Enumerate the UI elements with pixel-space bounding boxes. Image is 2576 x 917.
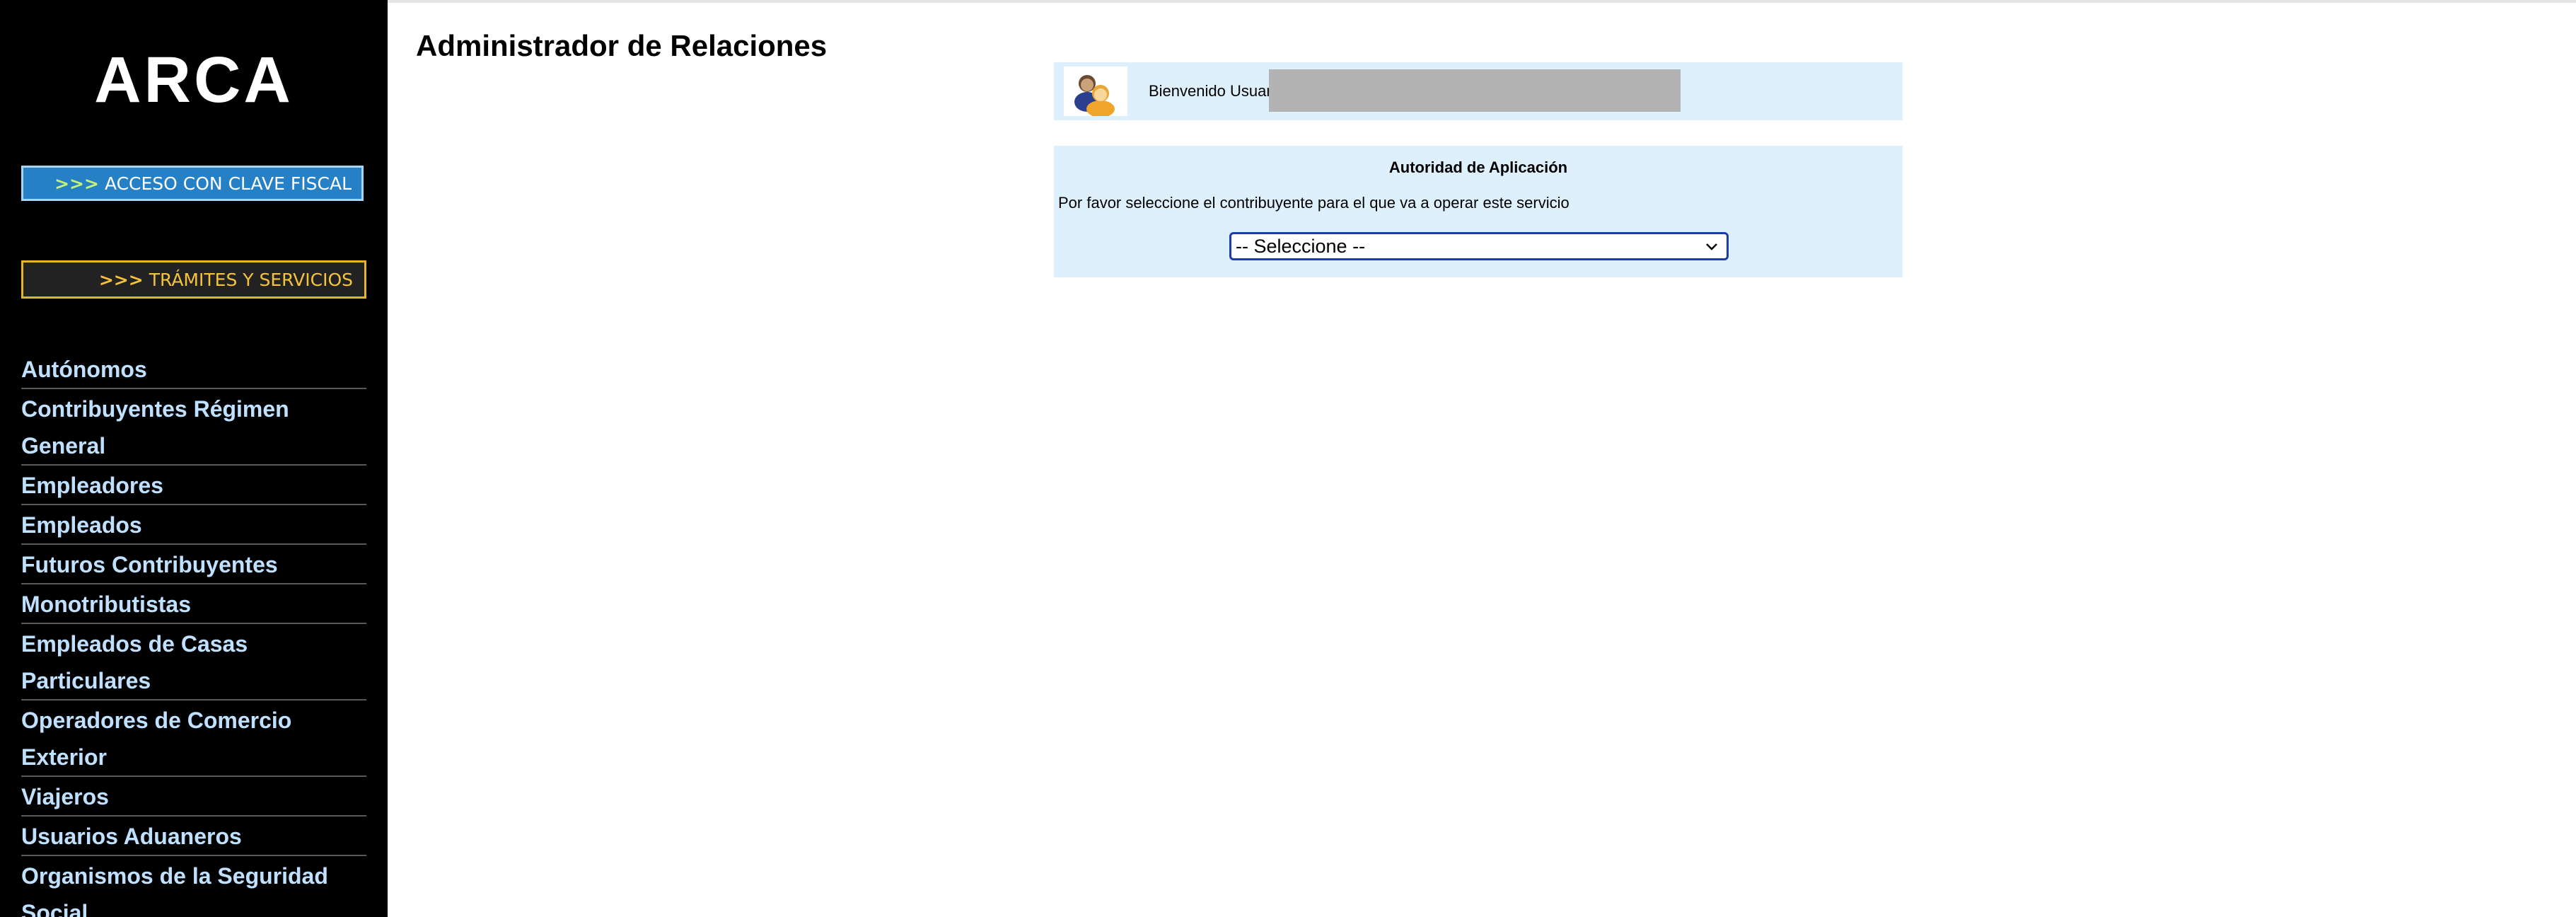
sidebar-nav: Autónomos Contribuyentes Régimen General… [21,350,366,917]
page-title: Administrador de Relaciones [416,29,828,62]
sidebar-item-empleados[interactable]: Empleados [21,505,366,545]
instruction-text: Por favor seleccione el contribuyente pa… [1058,194,1570,212]
sidebar-item-autonomos[interactable]: Autónomos [21,350,366,389]
sidebar: ARCA >>> ACCESO CON CLAVE FISCAL >>> TRÁ… [0,0,388,917]
authority-panel: Autoridad de Aplicación Por favor selecc… [1054,146,1903,277]
arrows-icon: >>> [54,173,99,194]
arrows-icon: >>> [98,269,144,290]
welcome-text: Bienvenido Usuar [1149,82,1272,100]
sidebar-item-usuarios-aduaneros[interactable]: Usuarios Aduaneros [21,817,366,856]
chevron-down-icon [1706,243,1717,250]
select-value: -- Seleccione -- [1236,235,1366,257]
sidebar-item-empleadores[interactable]: Empleadores [21,466,366,505]
sidebar-item-empleados-casas-particulares[interactable]: Empleados de Casas Particulares [21,624,366,700]
tramites-servicios-button[interactable]: >>> TRÁMITES Y SERVICIOS [21,260,366,299]
arca-logo[interactable]: ARCA [0,41,388,119]
welcome-panel: Bienvenido Usuar [1054,62,1903,120]
clave-fiscal-button[interactable]: >>> ACCESO CON CLAVE FISCAL [21,166,364,201]
sidebar-item-monotributistas[interactable]: Monotributistas [21,584,366,624]
users-icon [1064,67,1127,117]
sidebar-item-futuros-contribuyentes[interactable]: Futuros Contribuyentes [21,545,366,584]
sidebar-item-viajeros[interactable]: Viajeros [21,777,366,817]
clave-fiscal-label: ACCESO CON CLAVE FISCAL [104,173,352,194]
tramites-servicios-label: TRÁMITES Y SERVICIOS [149,269,353,290]
sidebar-item-contribuyentes-regimen-general[interactable]: Contribuyentes Régimen General [21,389,366,466]
contribuyente-select[interactable]: -- Seleccione -- [1229,232,1729,260]
redacted-username [1269,69,1681,112]
sidebar-item-organismos-seguridad-social[interactable]: Organismos de la Seguridad Social [21,856,366,917]
authority-title: Autoridad de Aplicación [1388,158,1568,176]
sidebar-item-operadores-comercio-exterior[interactable]: Operadores de Comercio Exterior [21,700,366,777]
